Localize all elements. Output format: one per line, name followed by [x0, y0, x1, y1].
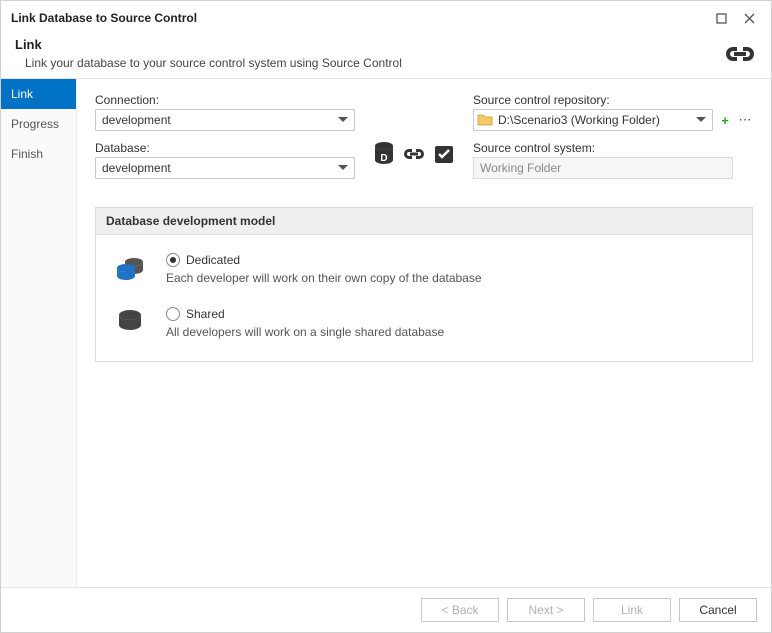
- database-combo[interactable]: [95, 157, 355, 179]
- link-button[interactable]: Link: [593, 598, 671, 622]
- checklist-icon: [433, 143, 455, 165]
- repo-combo[interactable]: [473, 109, 713, 131]
- dedicated-radio[interactable]: Dedicated: [166, 253, 736, 267]
- chevron-down-icon[interactable]: [335, 160, 351, 176]
- repo-input[interactable]: [473, 109, 713, 131]
- footer: < Back Next > Link Cancel: [1, 587, 771, 632]
- page-heading: Link: [15, 37, 713, 52]
- window-title: Link Database to Source Control: [11, 11, 707, 25]
- system-label: Source control system:: [473, 141, 753, 155]
- dev-model-panel: Database development model Dedicated Eac…: [95, 207, 753, 362]
- panel-title: Database development model: [96, 208, 752, 235]
- link-hero-icon: [713, 44, 757, 64]
- maximize-button[interactable]: [707, 7, 735, 29]
- connection-input[interactable]: [95, 109, 355, 131]
- sidebar: Link Progress Finish: [1, 79, 77, 587]
- back-button[interactable]: < Back: [421, 598, 499, 622]
- shared-radio[interactable]: Shared: [166, 307, 736, 321]
- page-subheading: Link your database to your source contro…: [15, 56, 713, 70]
- radio-icon: [166, 253, 180, 267]
- svg-text:D: D: [380, 153, 387, 164]
- dialog: Link Database to Source Control Link Lin…: [0, 0, 772, 633]
- link-graphic: D: [373, 93, 455, 189]
- database-icon: D: [373, 141, 395, 167]
- titlebar: Link Database to Source Control: [1, 1, 771, 33]
- system-input: [473, 157, 733, 179]
- sidebar-item-link[interactable]: Link: [1, 79, 76, 109]
- dedicated-label: Dedicated: [186, 253, 240, 267]
- folder-icon: [477, 112, 493, 126]
- dedicated-desc: Each developer will work on their own co…: [166, 271, 736, 285]
- next-button[interactable]: Next >: [507, 598, 585, 622]
- chevron-down-icon[interactable]: [335, 112, 351, 128]
- shared-label: Shared: [186, 307, 225, 321]
- repo-label: Source control repository:: [473, 93, 753, 107]
- database-input[interactable]: [95, 157, 355, 179]
- database-label: Database:: [95, 141, 355, 155]
- sidebar-item-finish[interactable]: Finish: [1, 139, 76, 169]
- header: Link Link your database to your source c…: [1, 33, 771, 78]
- chain-link-icon: [403, 147, 425, 161]
- shared-desc: All developers will work on a single sha…: [166, 325, 736, 339]
- content: Connection: Database:: [77, 79, 771, 587]
- sidebar-item-progress[interactable]: Progress: [1, 109, 76, 139]
- chevron-down-icon[interactable]: [693, 112, 709, 128]
- shared-db-icon: [112, 307, 148, 333]
- connection-label: Connection:: [95, 93, 355, 107]
- dedicated-db-icon: [112, 253, 148, 283]
- connection-combo[interactable]: [95, 109, 355, 131]
- add-repo-button[interactable]: +: [717, 112, 733, 128]
- repo-more-button[interactable]: ⋯: [737, 112, 753, 128]
- cancel-button[interactable]: Cancel: [679, 598, 757, 622]
- close-button[interactable]: [735, 7, 763, 29]
- radio-icon: [166, 307, 180, 321]
